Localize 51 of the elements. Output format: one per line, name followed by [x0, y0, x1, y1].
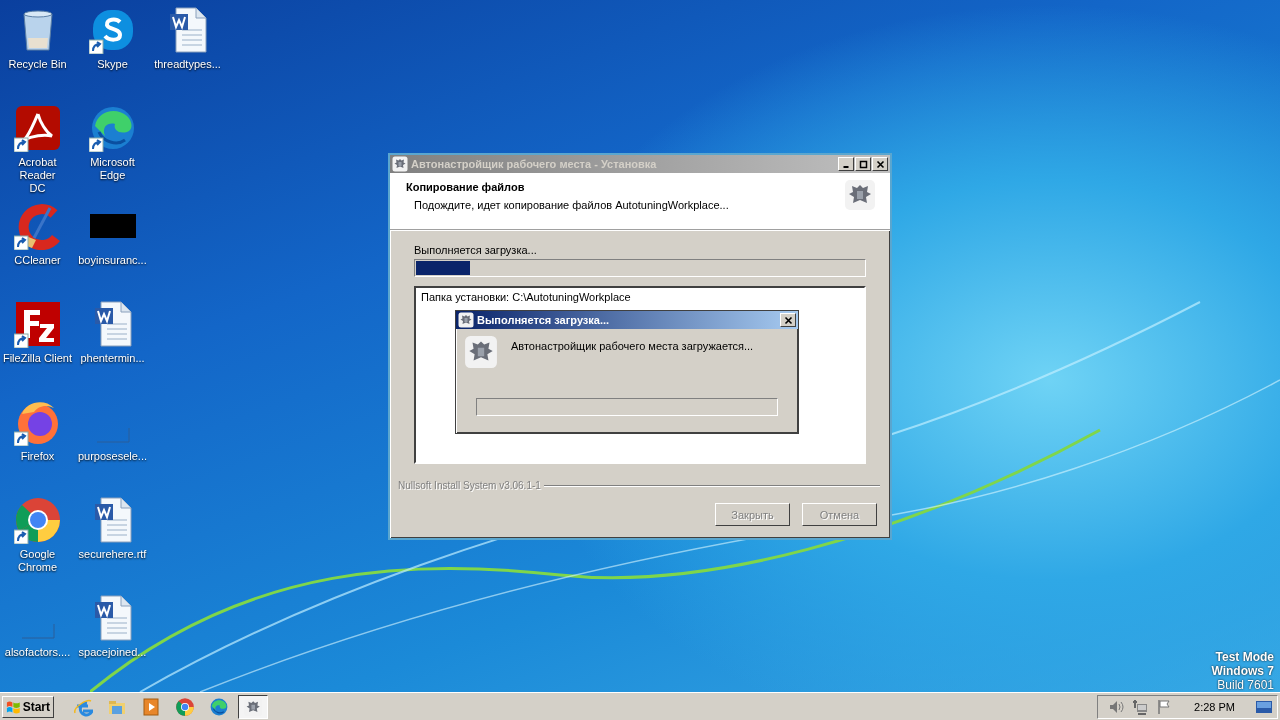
desktop-icon-label[interactable]: Acrobat Reader DC — [12, 156, 63, 195]
minimize-button[interactable] — [838, 157, 854, 171]
flag-icon[interactable] — [1156, 698, 1173, 715]
desktop-icon-label[interactable]: threadtypes... — [151, 58, 224, 71]
taskbar-app-button[interactable] — [238, 694, 268, 719]
desktop-icon-label[interactable]: purposesele... — [76, 450, 149, 463]
status-text: Выполняется загрузка... — [414, 244, 538, 256]
header-subtitle: Подождите, идет копирование файлов AutotuningWorkplace... — [413, 199, 729, 211]
desktop-icon-label[interactable]: alsofactors.... — [1, 646, 74, 659]
edge-shortcut-icon[interactable] — [88, 104, 137, 152]
media-player-icon — [141, 696, 161, 717]
network-icon[interactable] — [1132, 698, 1149, 715]
maximize-button[interactable] — [855, 157, 871, 171]
desktop-icon-label[interactable]: spacejoined... — [76, 646, 149, 659]
dialog-message: Автонастройщик рабочего места загружается... — [511, 339, 754, 352]
acrobat-shortcut-icon[interactable] — [13, 104, 62, 152]
log-line: Папка установки: C:\AutotuningWorkplace — [421, 291, 632, 303]
header-title: Копирование файлов — [406, 181, 526, 193]
emblem-icon — [844, 179, 876, 211]
filezilla-shortcut-icon[interactable] — [13, 300, 62, 348]
clock-text[interactable]: 2:28 PM — [1180, 700, 1247, 713]
start-button[interactable]: Start — [2, 695, 54, 718]
desktop-icon-label[interactable]: phentermin... — [76, 352, 149, 365]
desktop-icon-label[interactable]: CCleaner — [1, 254, 74, 267]
desktop-icon-label[interactable]: Skype — [76, 58, 149, 71]
window-title: Автонастройщик рабочего места - Установка — [411, 158, 658, 170]
show-desktop-icon[interactable] — [1255, 698, 1273, 715]
desktop-icon-label[interactable]: FileZilla Client — [1, 352, 74, 365]
close-button[interactable] — [780, 313, 796, 327]
close-icon — [875, 159, 885, 169]
edge-icon — [209, 696, 229, 717]
maximize-icon — [858, 159, 868, 169]
desktop-icon-label[interactable]: Firefox — [1, 450, 74, 463]
chrome-icon — [175, 696, 195, 717]
desktop-icon-label[interactable]: Recycle Bin — [1, 58, 74, 71]
window-title: Выполняется загрузка... — [477, 314, 611, 326]
branding-text: Nullsoft Install System v3.06.1-1 — [398, 480, 541, 491]
system-info-text: Build 7601 — [1217, 678, 1274, 692]
chrome-shortcut-icon[interactable] — [13, 496, 62, 544]
desktop-icon-label[interactable]: Google Chrome — [12, 548, 63, 574]
system-info-text: Windows 7 — [1211, 664, 1274, 678]
emblem-icon — [458, 312, 474, 328]
desktop-icon-label[interactable]: securehere.rtf — [76, 548, 149, 561]
ccleaner-shortcut-icon[interactable] — [13, 202, 62, 250]
emblem-icon — [464, 335, 498, 369]
desktop-icon-label[interactable]: Microsoft Edge — [76, 156, 149, 182]
close-icon — [783, 315, 793, 325]
system-info-text: Test Mode — [1215, 650, 1274, 664]
minimize-icon — [843, 166, 849, 168]
desktop-icon-label[interactable]: boyinsuranc... — [76, 254, 149, 267]
close-button[interactable] — [872, 157, 888, 171]
